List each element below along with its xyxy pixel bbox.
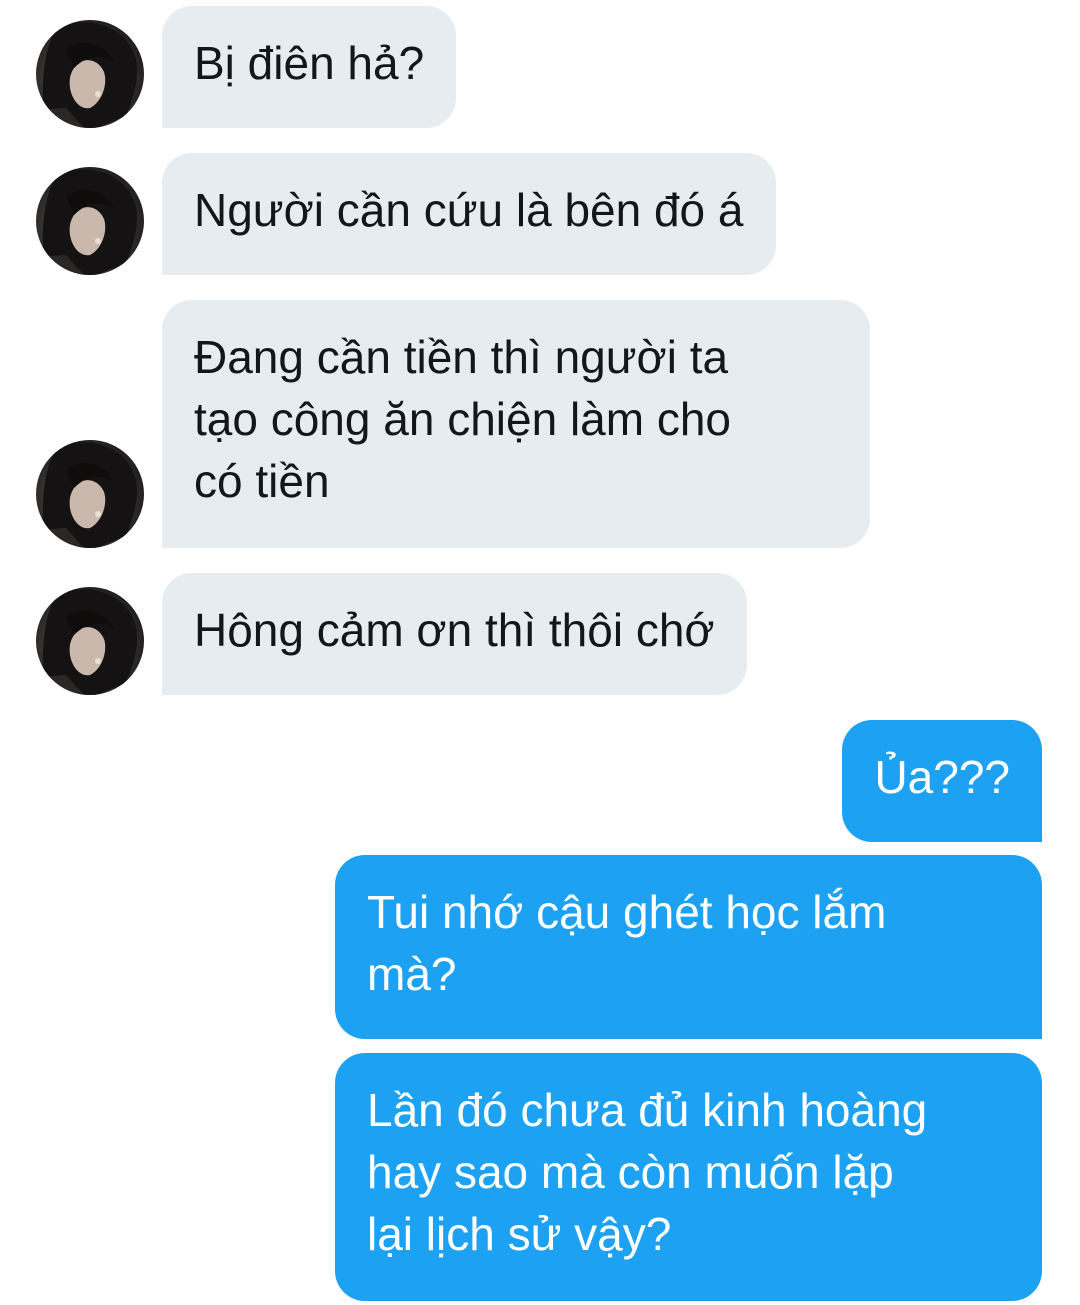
message-bubble-received[interactable]: Người cần cứu là bên đó á <box>162 153 776 275</box>
contact-avatar[interactable] <box>36 440 144 548</box>
message-bubble-sent[interactable]: Ủa??? <box>842 720 1042 842</box>
profile-photo-icon <box>36 22 138 128</box>
contact-avatar[interactable] <box>36 587 144 695</box>
message-bubble-received[interactable]: Hông cảm ơn thì thôi chớ <box>162 573 747 695</box>
message-bubble-sent[interactable]: Tui nhớ cậu ghét học lắm mà? <box>335 855 1042 1039</box>
contact-avatar[interactable] <box>36 167 144 275</box>
profile-photo-icon <box>36 169 138 275</box>
profile-photo-icon <box>36 589 138 695</box>
message-bubble-received[interactable]: Bị điên hả? <box>162 6 457 128</box>
profile-photo-icon <box>36 442 138 548</box>
message-thread: Bị điên hả? Người cần cứu là bên đó á Đa… <box>0 0 1080 1305</box>
message-bubble-received[interactable]: Đang cần tiền thì người ta tạo công ăn c… <box>162 300 870 548</box>
contact-avatar[interactable] <box>36 20 144 128</box>
message-bubble-sent[interactable]: Lần đó chưa đủ kinh hoàng hay sao mà còn… <box>335 1053 1042 1301</box>
